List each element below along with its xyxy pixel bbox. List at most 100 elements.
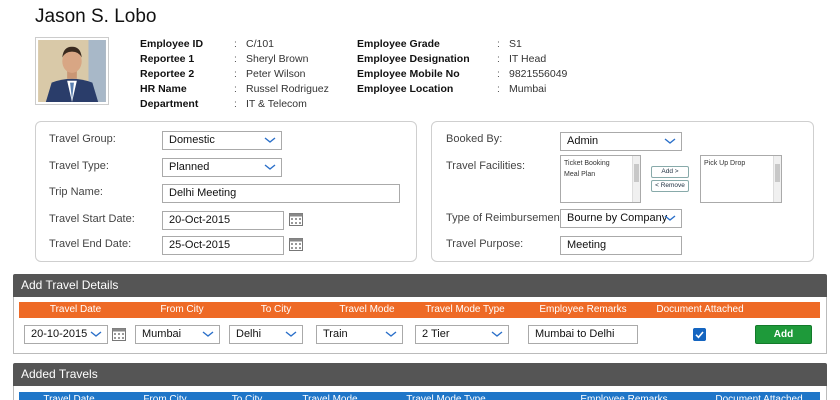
scrollbar-thumb[interactable] <box>634 164 639 182</box>
list-item[interactable]: Meal Plan <box>564 169 637 180</box>
booked-by-dropdown[interactable]: Admin <box>560 132 682 151</box>
info-separator: : <box>497 83 500 95</box>
info-value: IT Head <box>509 53 547 65</box>
reimbursement-type-value: Bourne by Company <box>567 212 668 224</box>
available-facilities-list[interactable]: Ticket Booking Meal Plan <box>560 155 641 203</box>
employee-info-right: Employee Grade: S1 Employee Designation: IT… <box>357 37 567 97</box>
chevron-down-icon <box>491 331 503 337</box>
travel-group-dropdown[interactable]: Domestic <box>162 131 282 150</box>
trip-name-input[interactable]: Delhi Meeting <box>162 184 400 203</box>
travel-type-dropdown[interactable]: Planned <box>162 158 282 177</box>
add-travel-table-header: Travel Date From City To City Travel Mod… <box>19 302 820 318</box>
info-label: Employee ID <box>140 38 204 50</box>
info-row: HR Name: Russel Rodriguez <box>140 82 329 97</box>
remove-facility-button[interactable]: < Remove <box>651 180 689 192</box>
calendar-icon[interactable] <box>112 327 126 341</box>
travel-end-date-label: Travel End Date: <box>49 238 132 250</box>
travel-mode-dropdown[interactable]: Train <box>316 325 403 344</box>
travel-purpose-label: Travel Purpose: <box>446 238 524 250</box>
info-value: Peter Wilson <box>246 68 306 80</box>
column-header-travel-date: Travel Date <box>43 394 95 400</box>
info-separator: : <box>234 53 237 65</box>
selected-facilities-list[interactable]: Pick Up Drop <box>700 155 782 203</box>
info-label: Employee Mobile No <box>357 68 460 80</box>
to-city-dropdown[interactable]: Delhi <box>229 325 303 344</box>
document-attached-checkbox[interactable] <box>693 328 706 341</box>
info-row: Employee Location: Mumbai <box>357 82 567 97</box>
scrollbar[interactable] <box>773 156 781 202</box>
info-row: Employee Designation: IT Head <box>357 52 567 67</box>
column-header-travel-mode-type: Travel Mode Type <box>425 304 505 315</box>
info-row: Employee Grade: S1 <box>357 37 567 52</box>
chevron-down-icon <box>285 331 297 337</box>
travel-start-date-label: Travel Start Date: <box>49 213 135 225</box>
info-separator: : <box>234 68 237 80</box>
info-row: Reportee 1: Sheryl Brown <box>140 52 329 67</box>
column-header-to-city: To City <box>260 304 292 315</box>
booked-by-label: Booked By: <box>446 133 503 145</box>
column-header-travel-date: Travel Date <box>49 304 102 315</box>
info-label: HR Name <box>140 83 187 95</box>
column-header-travel-mode: Travel Mode <box>302 394 358 400</box>
scrollbar[interactable] <box>632 156 640 202</box>
info-value: IT & Telecom <box>246 98 307 110</box>
column-header-document-attached: Document Attached <box>715 394 803 400</box>
travel-date-dropdown[interactable]: 20-10-2015 <box>24 325 108 344</box>
info-value: Mumbai <box>509 83 547 95</box>
info-label: Reportee 2 <box>140 68 195 80</box>
list-item[interactable]: Pick Up Drop <box>704 158 778 169</box>
travel-mode-value: Train <box>323 328 348 340</box>
from-city-value: Mumbai <box>142 328 182 340</box>
travel-facilities-label: Travel Facilities: <box>446 160 526 172</box>
info-row: Department: IT & Telecom <box>140 97 329 112</box>
added-travels-table-header: Travel Date From City To City Travel Mod… <box>19 392 820 400</box>
info-row: Employee ID: C/101 <box>140 37 329 52</box>
column-header-from-city: From City <box>143 394 187 400</box>
travel-end-date-input[interactable]: 25-Oct-2015 <box>162 236 284 255</box>
calendar-icon[interactable] <box>289 212 303 226</box>
info-label: Reportee 1 <box>140 53 195 65</box>
column-header-document-attached: Document Attached <box>656 304 744 315</box>
travel-mode-type-value: 2 Tier <box>422 328 450 340</box>
info-separator: : <box>234 83 237 95</box>
info-value: S1 <box>509 38 522 50</box>
list-item[interactable]: Ticket Booking <box>564 158 637 169</box>
info-label: Employee Designation <box>357 53 470 65</box>
info-value: Russel Rodriguez <box>246 83 329 95</box>
chevron-down-icon <box>202 331 214 337</box>
info-separator: : <box>234 38 237 50</box>
info-separator: : <box>234 98 237 110</box>
calendar-icon[interactable] <box>289 237 303 251</box>
column-header-travel-mode-type: Travel Mode Type <box>406 394 486 400</box>
add-travel-button[interactable]: Add <box>755 325 812 344</box>
employee-info-left: Employee ID: C/101 Reportee 1: Sheryl Brown… <box>140 37 329 112</box>
scrollbar-thumb[interactable] <box>775 164 780 182</box>
travel-group-label: Travel Group: <box>49 133 116 145</box>
info-label: Employee Location <box>357 83 454 95</box>
employee-photo-image <box>38 40 106 102</box>
travel-type-label: Travel Type: <box>49 160 109 172</box>
info-separator: : <box>497 68 500 80</box>
column-header-travel-mode: Travel Mode <box>339 304 395 315</box>
employee-remarks-input[interactable]: Mumbai to Delhi <box>528 325 638 344</box>
employee-photo <box>35 37 109 105</box>
travel-mode-type-dropdown[interactable]: 2 Tier <box>415 325 509 344</box>
info-value: C/101 <box>246 38 275 50</box>
from-city-dropdown[interactable]: Mumbai <box>135 325 220 344</box>
info-label: Employee Grade <box>357 38 440 50</box>
reimbursement-type-label: Type of Reimbursement: <box>446 212 566 224</box>
travel-start-date-input[interactable]: 20-Oct-2015 <box>162 211 284 230</box>
travel-group-value: Domestic <box>169 134 215 146</box>
added-travels-header: Added Travels <box>13 363 827 386</box>
add-facility-button[interactable]: Add > <box>651 166 689 178</box>
to-city-value: Delhi <box>236 328 262 340</box>
add-travel-details-header: Add Travel Details <box>13 274 827 297</box>
info-separator: : <box>497 53 500 65</box>
reimbursement-type-dropdown[interactable]: Bourne by Company <box>560 209 682 228</box>
chevron-down-icon <box>264 164 276 170</box>
travel-purpose-input[interactable]: Meeting <box>560 236 682 255</box>
chevron-down-icon <box>664 138 676 144</box>
trip-name-label: Trip Name: <box>49 186 103 198</box>
chevron-down-icon <box>664 215 676 221</box>
chevron-down-icon <box>90 331 102 337</box>
